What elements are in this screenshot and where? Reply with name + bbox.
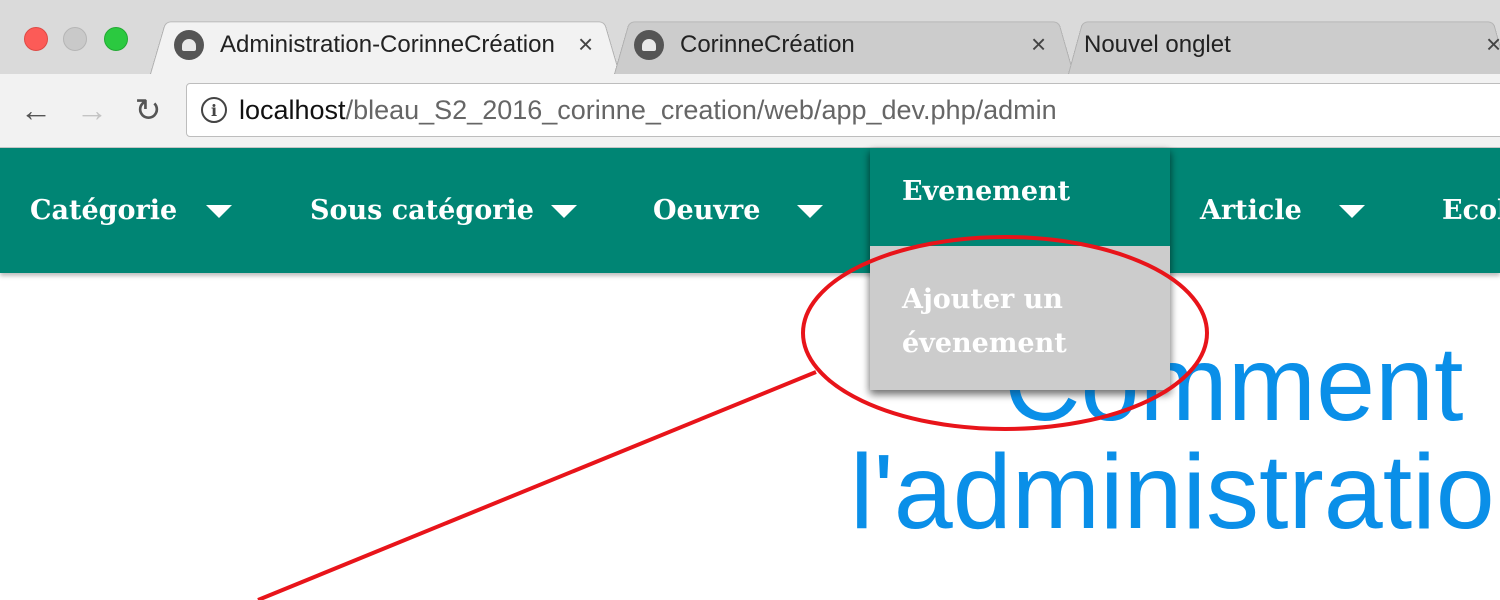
tab-close-icon[interactable]: ×	[1486, 29, 1500, 60]
dropdown-item-line: évenement	[902, 328, 1067, 359]
back-arrow-icon[interactable]: ←	[16, 90, 56, 130]
tab-close-icon[interactable]: ×	[578, 29, 593, 60]
site-favicon-icon	[634, 30, 664, 60]
window-zoom-button[interactable]	[104, 27, 128, 51]
reload-icon[interactable]: ↻	[128, 90, 168, 130]
forward-arrow-icon[interactable]: →	[72, 90, 112, 130]
url-path: /bleau_S2_2016_corinne_creation/web/app_…	[345, 94, 1057, 125]
browser-tabstrip: Administration-CorinneCréation × Corinne…	[0, 0, 1500, 75]
nav-item-sous-categorie[interactable]: Sous catégorie	[310, 148, 534, 273]
nav-item-evenement[interactable]: Evenement	[870, 148, 1170, 246]
address-bar[interactable]: i localhost/bleau_S2_2016_corinne_creati…	[186, 83, 1500, 137]
chevron-down-icon[interactable]	[1339, 205, 1365, 218]
tab-close-icon[interactable]: ×	[1031, 29, 1046, 60]
hero-line: l'administration	[850, 433, 1500, 551]
tab-administration[interactable]: Administration-CorinneCréation ×	[150, 16, 620, 75]
info-icon[interactable]: i	[201, 97, 227, 123]
chevron-down-icon[interactable]	[206, 205, 232, 218]
tab-nouvel-onglet[interactable]: Nouvel onglet ×	[1068, 16, 1500, 75]
tab-title: Administration-CorinneCréation	[220, 31, 555, 58]
admin-navbar: Catégorie Sous catégorie Oeuvre Article …	[0, 148, 1500, 273]
tab-title: CorinneCréation	[680, 31, 855, 58]
nav-item-ecole[interactable]: Ecole	[1442, 148, 1500, 273]
url-text[interactable]: localhost/bleau_S2_2016_corinne_creation…	[239, 95, 1057, 126]
evenement-dropdown-overlay: Evenement Ajouter un évenement	[870, 148, 1170, 390]
chevron-down-icon[interactable]	[551, 205, 577, 218]
nav-item-categorie[interactable]: Catégorie	[30, 148, 177, 273]
nav-item-oeuvre[interactable]: Oeuvre	[653, 148, 760, 273]
dropdown-item-ajouter-evenement[interactable]: Ajouter un évenement	[870, 246, 1170, 390]
chevron-down-icon[interactable]	[797, 205, 823, 218]
tab-title: Nouvel onglet	[1084, 31, 1231, 58]
url-host: localhost	[239, 94, 346, 125]
browser-toolbar: ← → ↻ i localhost/bleau_S2_2016_corinne_…	[0, 74, 1500, 148]
annotation-pointer-line	[257, 370, 817, 600]
window-minimize-button[interactable]	[63, 27, 87, 51]
dropdown-item-line: Ajouter un	[902, 284, 1063, 315]
window-close-button[interactable]	[24, 27, 48, 51]
tab-corinnecreation[interactable]: CorinneCréation ×	[614, 16, 1074, 75]
site-favicon-icon	[174, 30, 204, 60]
nav-item-article[interactable]: Article	[1200, 148, 1302, 273]
